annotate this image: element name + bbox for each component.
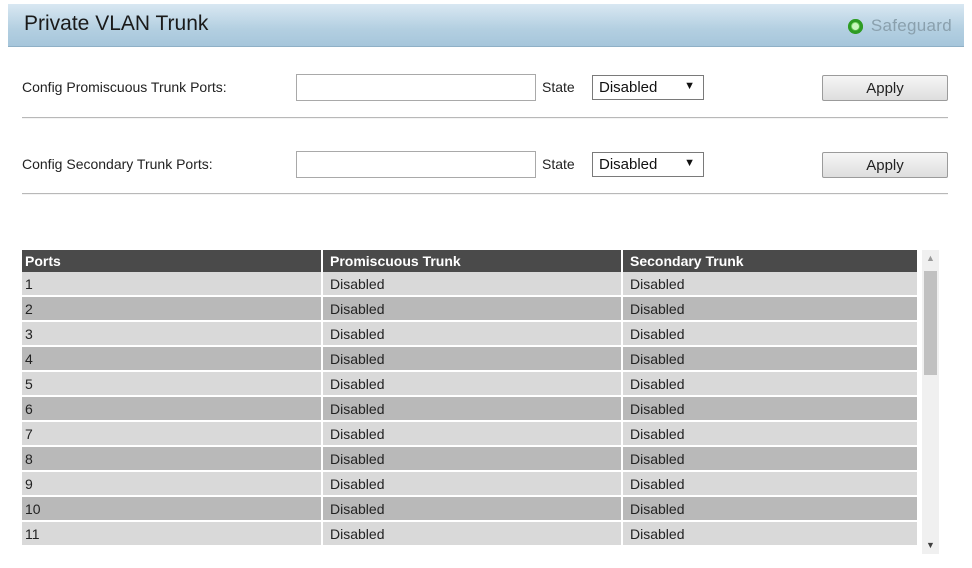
caret-down-icon: ▼ bbox=[684, 80, 695, 92]
port-cell: 2 bbox=[22, 296, 323, 322]
scrollbar-thumb[interactable] bbox=[924, 271, 937, 375]
promiscuous-trunk-cell: Disabled bbox=[322, 272, 623, 297]
table-row: 3 Disabled Disabled bbox=[22, 321, 919, 347]
port-cell: 6 bbox=[22, 396, 323, 422]
secondary-state-label: State bbox=[542, 156, 575, 172]
column-header-ports: Ports bbox=[22, 250, 323, 272]
promiscuous-trunk-cell: Disabled bbox=[322, 396, 623, 422]
safeguard-indicator: Safeguard bbox=[847, 16, 952, 36]
table-row: 9 Disabled Disabled bbox=[22, 471, 919, 497]
secondary-trunk-cell: Disabled bbox=[622, 346, 919, 372]
port-cell: 10 bbox=[22, 496, 323, 522]
secondary-trunk-cell: Disabled bbox=[622, 471, 919, 497]
promiscuous-trunk-cell: Disabled bbox=[322, 446, 623, 472]
secondary-state-value: Disabled bbox=[599, 156, 658, 173]
ports-table: Ports Promiscuous Trunk Secondary Trunk … bbox=[22, 250, 919, 547]
scroll-up-arrow-icon[interactable]: ▲ bbox=[922, 250, 939, 267]
safeguard-label: Safeguard bbox=[870, 16, 952, 35]
secondary-ports-label: Config Secondary Trunk Ports: bbox=[22, 156, 213, 172]
scroll-down-arrow-icon[interactable]: ▼ bbox=[922, 537, 939, 554]
page-header: Private VLAN Trunk Safeguard bbox=[8, 4, 964, 47]
table-row: 10 Disabled Disabled bbox=[22, 496, 919, 522]
promiscuous-trunk-cell: Disabled bbox=[322, 346, 623, 372]
port-cell: 11 bbox=[22, 521, 323, 547]
caret-down-icon: ▼ bbox=[684, 157, 695, 169]
page-title: Private VLAN Trunk bbox=[24, 12, 209, 35]
port-cell: 5 bbox=[22, 371, 323, 397]
ports-table-container[interactable]: Ports Promiscuous Trunk Secondary Trunk … bbox=[22, 250, 948, 554]
secondary-apply-button[interactable]: Apply bbox=[822, 152, 948, 178]
promiscuous-state-value: Disabled bbox=[599, 79, 658, 96]
secondary-trunk-cell: Disabled bbox=[622, 272, 919, 297]
promiscuous-trunk-cell: Disabled bbox=[322, 521, 623, 547]
table-row: 7 Disabled Disabled bbox=[22, 421, 919, 447]
secondary-state-select[interactable]: Disabled ▼ bbox=[592, 152, 704, 177]
table-row: 2 Disabled Disabled bbox=[22, 296, 919, 322]
port-cell: 3 bbox=[22, 321, 323, 347]
promiscuous-trunk-cell: Disabled bbox=[322, 321, 623, 347]
table-row: 1 Disabled Disabled bbox=[22, 272, 919, 297]
secondary-trunk-cell: Disabled bbox=[622, 396, 919, 422]
secondary-trunk-cell: Disabled bbox=[622, 446, 919, 472]
promiscuous-trunk-cell: Disabled bbox=[322, 296, 623, 322]
secondary-trunk-cell: Disabled bbox=[622, 321, 919, 347]
promiscuous-trunk-cell: Disabled bbox=[322, 496, 623, 522]
port-cell: 1 bbox=[22, 272, 323, 297]
promiscuous-trunk-cell: Disabled bbox=[322, 471, 623, 497]
column-header-secondary-trunk: Secondary Trunk bbox=[622, 250, 919, 272]
port-cell: 4 bbox=[22, 346, 323, 372]
port-cell: 7 bbox=[22, 421, 323, 447]
column-header-promiscuous-trunk: Promiscuous Trunk bbox=[322, 250, 623, 272]
promiscuous-state-label: State bbox=[542, 79, 575, 95]
table-scrollbar[interactable]: ▲ ▼ bbox=[922, 250, 939, 554]
table-row: 6 Disabled Disabled bbox=[22, 396, 919, 422]
secondary-trunk-cell: Disabled bbox=[622, 421, 919, 447]
secondary-ports-input[interactable] bbox=[296, 151, 536, 178]
promiscuous-ports-label: Config Promiscuous Trunk Ports: bbox=[22, 79, 227, 95]
table-row: 11 Disabled Disabled bbox=[22, 521, 919, 547]
port-cell: 8 bbox=[22, 446, 323, 472]
promiscuous-trunk-cell: Disabled bbox=[322, 421, 623, 447]
secondary-trunk-cell: Disabled bbox=[622, 296, 919, 322]
port-cell: 9 bbox=[22, 471, 323, 497]
section-divider bbox=[22, 193, 948, 195]
secondary-trunk-cell: Disabled bbox=[622, 496, 919, 522]
table-row: 5 Disabled Disabled bbox=[22, 371, 919, 397]
table-row: 4 Disabled Disabled bbox=[22, 346, 919, 372]
section-divider bbox=[22, 117, 948, 119]
promiscuous-state-select[interactable]: Disabled ▼ bbox=[592, 75, 704, 100]
secondary-trunk-cell: Disabled bbox=[622, 371, 919, 397]
table-row: 8 Disabled Disabled bbox=[22, 446, 919, 472]
table-header-row: Ports Promiscuous Trunk Secondary Trunk bbox=[22, 250, 919, 272]
secondary-trunk-cell: Disabled bbox=[622, 521, 919, 547]
promiscuous-ports-input[interactable] bbox=[296, 74, 536, 101]
status-indicator-icon bbox=[847, 18, 863, 34]
promiscuous-trunk-cell: Disabled bbox=[322, 371, 623, 397]
promiscuous-apply-button[interactable]: Apply bbox=[822, 75, 948, 101]
